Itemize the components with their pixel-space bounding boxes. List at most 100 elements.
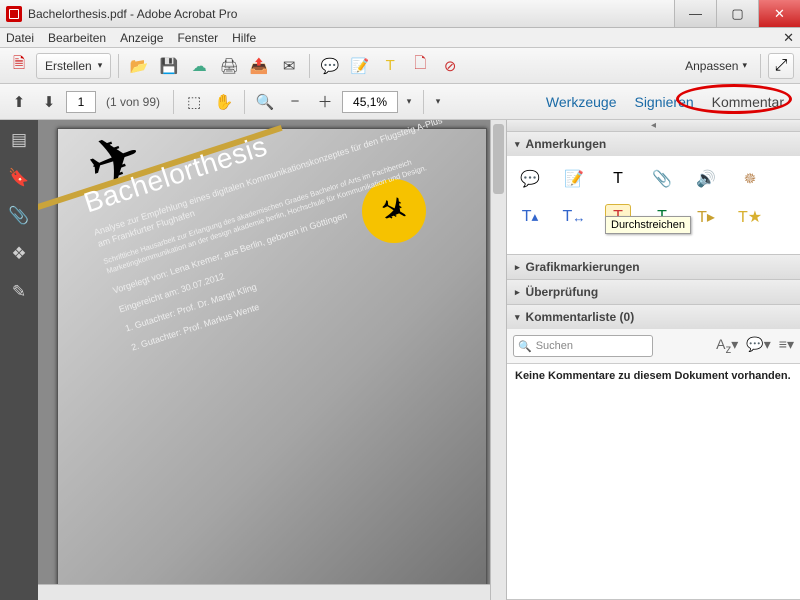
section-ueberpruefung-header[interactable]: ▸ Überprüfung — [507, 280, 800, 304]
toolbar-overflow-button[interactable]: ▾ — [431, 89, 445, 115]
stamp-tool-icon[interactable]: 🗋 — [407, 53, 433, 79]
comment-search-row: 🔍 Suchen Az▾ 💬▾ ≡▾ — [507, 329, 800, 363]
menu-anzeige[interactable]: Anzeige — [120, 31, 163, 45]
separator — [118, 54, 119, 78]
share-icon[interactable]: 📤 — [246, 53, 272, 79]
replace-text-tool[interactable]: T↔ — [561, 204, 587, 230]
page-count-label: (1 von 99) — [106, 95, 160, 109]
text-callout-tool[interactable]: T — [605, 166, 631, 192]
tab-kommentar[interactable]: Kommentar — [712, 94, 784, 110]
record-audio-tool[interactable]: 🔊 — [693, 166, 719, 192]
menubar-close-button[interactable]: ✕ — [783, 30, 794, 46]
comment-panel: ◂ ▾ Anmerkungen 💬 📝 T 📎 🔊 🟔 T▴ T↔ T — [506, 120, 800, 600]
window-close-button[interactable]: ✕ — [758, 0, 800, 27]
window-minimize-button[interactable]: — — [674, 0, 716, 27]
workspace: ▤ 🔖 📎 ❖ ✎ ✈ ✈ Bachelorthesis Analyse zur… — [0, 120, 800, 600]
chevron-down-icon: ▾ — [742, 60, 747, 71]
chevron-right-icon: ▸ — [515, 262, 520, 273]
toolbar-secondary: ⬆ ⬇ (1 von 99) ⬚ ✋ 🔍 − ＋ ▾ ▾ Werkzeuge S… — [0, 84, 800, 120]
window-titlebar: Bachelorthesis.pdf - Adobe Acrobat Pro —… — [0, 0, 800, 28]
sticky-note-tool[interactable]: 💬 — [517, 166, 543, 192]
customize-button[interactable]: Anpassen ▾ — [685, 59, 747, 73]
document-page: ✈ ✈ Bachelorthesis Analyse zur Empfehlun… — [57, 128, 487, 598]
filter-comments-button[interactable]: 💬▾ — [746, 336, 770, 356]
menu-fenster[interactable]: Fenster — [177, 31, 218, 45]
zoom-in-button[interactable]: ＋ — [312, 89, 338, 115]
chevron-down-icon: ▾ — [515, 139, 520, 150]
highlight-text-tool[interactable]: 📝 — [561, 166, 587, 192]
menu-datei[interactable]: Datei — [6, 31, 34, 45]
comment-bubble-icon[interactable]: 💬 — [317, 53, 343, 79]
chevron-down-icon: ▾ — [515, 312, 520, 323]
menu-bearbeiten[interactable]: Bearbeiten — [48, 31, 106, 45]
attach-file-tool[interactable]: 📎 — [649, 166, 675, 192]
thumbnails-icon[interactable]: ▤ — [9, 130, 29, 150]
section-kommentarliste-header[interactable]: ▾ Kommentarliste (0) — [507, 305, 800, 329]
signatures-icon[interactable]: ✎ — [9, 282, 29, 302]
fullscreen-button[interactable]: ⤢ — [768, 53, 794, 79]
separator — [760, 54, 761, 78]
window-maximize-button[interactable]: ▢ — [716, 0, 758, 27]
separator — [423, 90, 424, 114]
zoom-out-button[interactable]: − — [282, 89, 308, 115]
highlight-note-icon[interactable]: 📝 — [347, 53, 373, 79]
open-icon[interactable]: 📂 — [126, 53, 152, 79]
acrobat-icon — [6, 6, 22, 22]
menu-hilfe[interactable]: Hilfe — [232, 31, 256, 45]
search-placeholder: Suchen — [536, 340, 573, 352]
zoom-marquee-icon[interactable]: 🔍 — [252, 89, 278, 115]
sort-comments-button[interactable]: Az▾ — [716, 336, 738, 356]
annotation-tools-grid: 💬 📝 T 📎 🔊 🟔 T▴ T↔ T T T▸ T★ Durchstreich… — [507, 156, 800, 254]
create-button[interactable]: Erstellen ▾ — [36, 53, 111, 79]
insert-text-tool[interactable]: T▴ — [517, 204, 543, 230]
zoom-value-input[interactable] — [342, 91, 398, 113]
select-tool-icon[interactable]: ⬚ — [181, 89, 207, 115]
strikethrough-tooltip: Durchstreichen — [605, 216, 691, 234]
panel-collapse-button[interactable]: ◂ — [507, 120, 800, 132]
hand-tool-icon[interactable]: ✋ — [211, 89, 237, 115]
separator — [173, 90, 174, 114]
scroll-thumb[interactable] — [493, 124, 504, 194]
chevron-down-icon: ▾ — [98, 60, 103, 71]
attachments-icon[interactable]: 📎 — [9, 206, 29, 226]
comment-search-input[interactable]: 🔍 Suchen — [513, 335, 653, 357]
section-ueberpruefung-label: Überprüfung — [526, 285, 599, 299]
text-highlight-icon[interactable]: T — [377, 53, 403, 79]
stamp-tool[interactable]: 🟔 — [737, 166, 763, 192]
mail-icon[interactable]: ✉ — [276, 53, 302, 79]
horizontal-scrollbar[interactable] — [38, 584, 490, 600]
delete-comment-icon[interactable]: ⊘ — [437, 53, 463, 79]
options-comments-button[interactable]: ≡▾ — [779, 336, 794, 356]
create-label: Erstellen — [45, 59, 92, 73]
page-up-button[interactable]: ⬆ — [6, 89, 32, 115]
navigation-sidebar: ▤ 🔖 📎 ❖ ✎ — [0, 120, 38, 600]
toolbar-primary: 🗎 Erstellen ▾ 📂 💾 ☁ 🖨 📤 ✉ 💬 📝 T 🗋 ⊘ Anpa… — [0, 48, 800, 84]
menubar: Datei Bearbeiten Anzeige Fenster Hilfe ✕ — [0, 28, 800, 48]
section-grafik-header[interactable]: ▸ Grafikmarkierungen — [507, 255, 800, 279]
search-icon: 🔍 — [518, 340, 532, 353]
anpassen-label: Anpassen — [685, 59, 738, 73]
zoom-dropdown-button[interactable]: ▾ — [402, 89, 416, 115]
vertical-scrollbar[interactable] — [490, 120, 506, 600]
separator — [309, 54, 310, 78]
section-kommentarliste-label: Kommentarliste (0) — [526, 310, 635, 324]
document-viewport[interactable]: ✈ ✈ Bachelorthesis Analyse zur Empfehlun… — [38, 120, 506, 600]
add-note-to-text-tool[interactable]: T▸ — [693, 204, 719, 230]
text-correction-markup-tool[interactable]: T★ — [737, 204, 763, 230]
separator — [244, 90, 245, 114]
page-down-button[interactable]: ⬇ — [36, 89, 62, 115]
section-annotations-header[interactable]: ▾ Anmerkungen — [507, 132, 800, 156]
window-title: Bachelorthesis.pdf - Adobe Acrobat Pro — [28, 7, 237, 21]
bookmarks-icon[interactable]: 🔖 — [9, 168, 29, 188]
tab-signieren[interactable]: Signieren — [634, 94, 693, 110]
print-icon[interactable]: 🖨 — [216, 53, 242, 79]
chevron-right-icon: ▸ — [515, 287, 520, 298]
tab-werkzeuge[interactable]: Werkzeuge — [546, 94, 617, 110]
layers-icon[interactable]: ❖ — [9, 244, 29, 264]
section-annotations-label: Anmerkungen — [526, 137, 607, 151]
page-number-input[interactable] — [66, 91, 96, 113]
pdf-icon[interactable]: 🗎 — [6, 53, 32, 79]
cloud-icon[interactable]: ☁ — [186, 53, 212, 79]
save-icon[interactable]: 💾 — [156, 53, 182, 79]
section-grafik-label: Grafikmarkierungen — [526, 260, 640, 274]
